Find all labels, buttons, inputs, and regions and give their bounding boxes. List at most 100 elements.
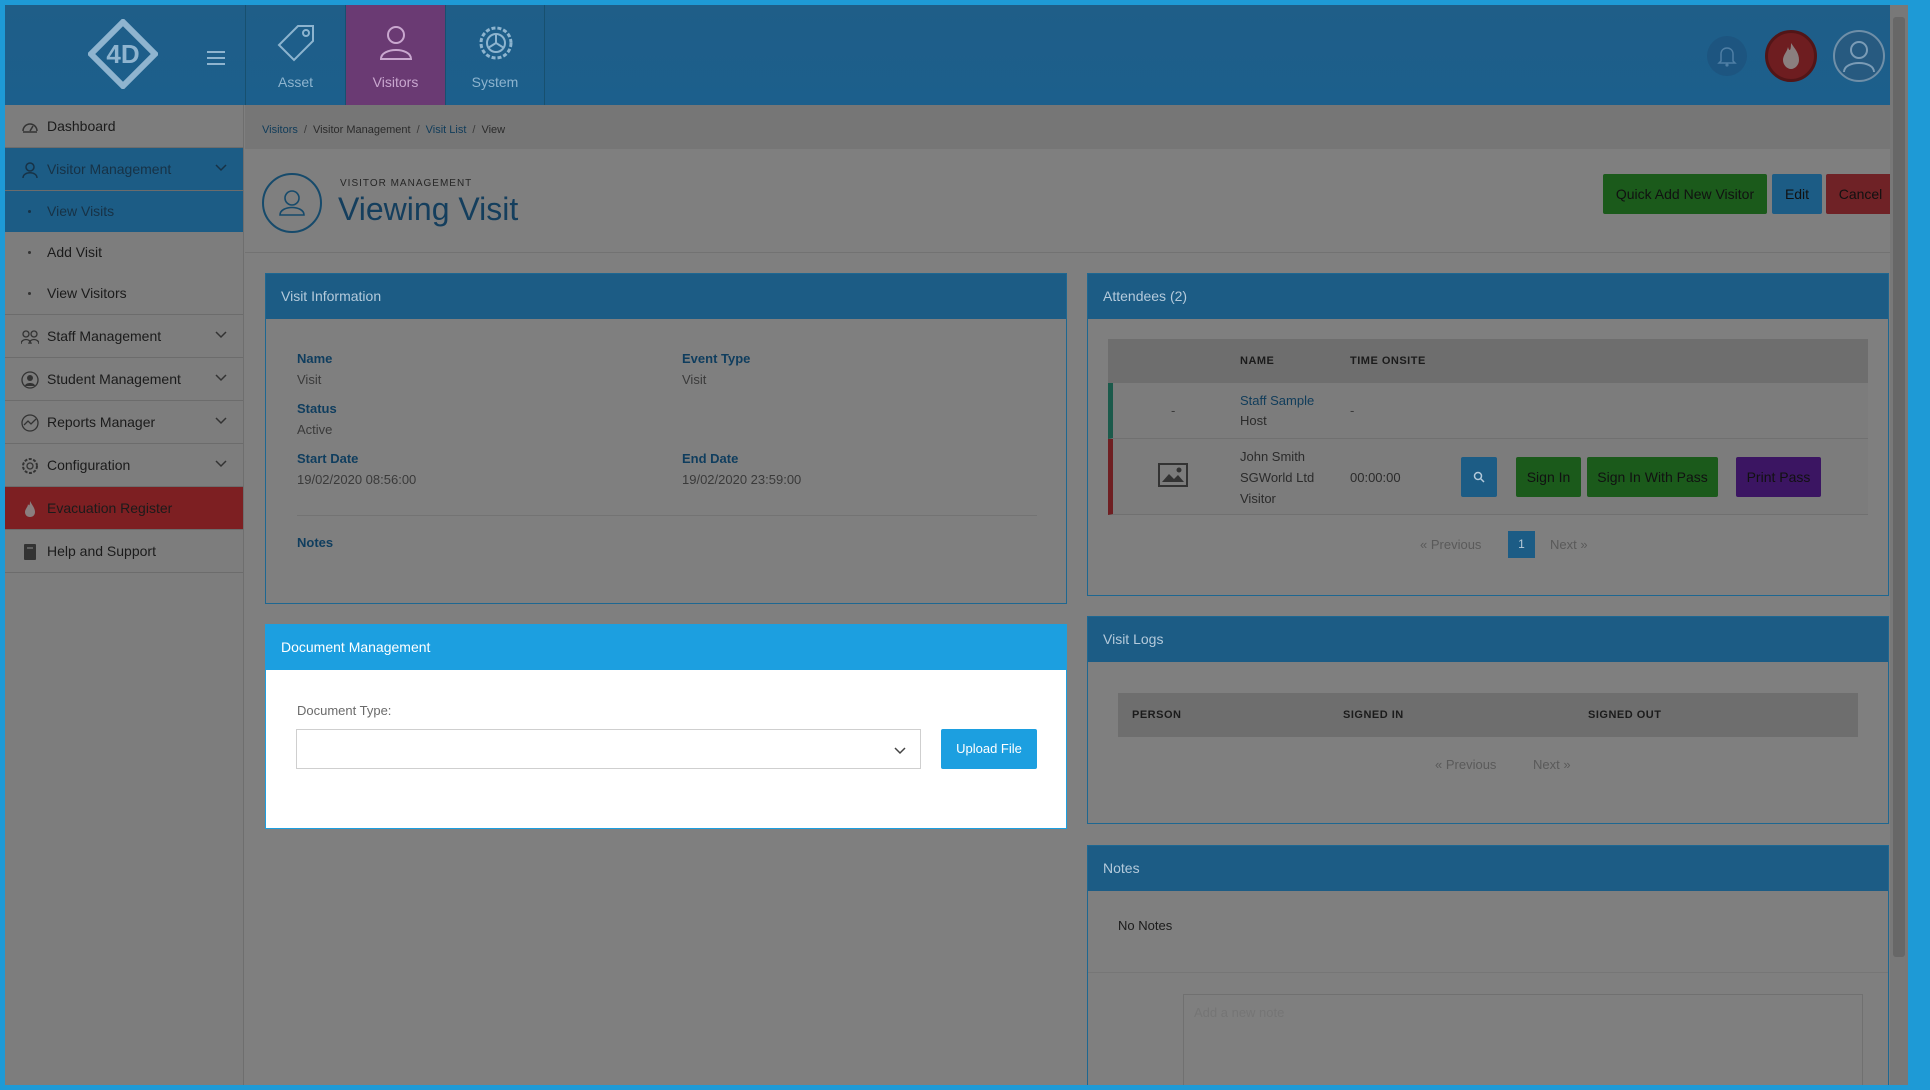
menu-toggle-icon[interactable]: [207, 51, 225, 65]
new-note-input[interactable]: [1183, 994, 1863, 1085]
start-date-label: Start Date: [297, 451, 359, 466]
divider: [1088, 972, 1888, 973]
sidebar-item-label: Help and Support: [47, 543, 156, 559]
module-tab-system[interactable]: System: [445, 5, 545, 105]
flame-icon: [25, 501, 35, 517]
bell-icon: [1717, 47, 1737, 67]
gear-icon: [22, 458, 38, 474]
bullet-icon: [28, 210, 31, 213]
search-icon: [1473, 471, 1485, 483]
dashboard-icon: [22, 123, 38, 133]
attendee-company: SGWorld Ltd: [1240, 470, 1315, 485]
sidebar-item-student-management[interactable]: Student Management: [5, 358, 243, 401]
module-tab-asset[interactable]: Asset: [245, 5, 345, 105]
person-icon: [376, 23, 416, 63]
app-logo[interactable]: 4D: [86, 17, 160, 91]
sidebar-item-label: Student Management: [47, 371, 181, 387]
sidebar-item-dashboard[interactable]: Dashboard: [5, 105, 243, 148]
chart-icon: [21, 414, 39, 432]
visit-logs-panel: Visit Logs PERSON SIGNED IN SIGNED OUT «…: [1087, 616, 1889, 824]
app-window: 4D Asset Visitors System Dashboard Visit…: [5, 5, 1908, 1085]
top-navigation-bar: 4D Asset Visitors System: [5, 5, 1908, 105]
pager-next[interactable]: Next »: [1550, 537, 1588, 552]
print-pass-button[interactable]: Print Pass: [1736, 457, 1821, 497]
notifications-button[interactable]: [1707, 36, 1747, 76]
page-title: Viewing Visit: [338, 191, 519, 227]
document-type-select[interactable]: [296, 729, 921, 769]
sidebar: Dashboard Visitor Management View Visits…: [5, 105, 244, 1085]
edit-button[interactable]: Edit: [1772, 174, 1822, 214]
chevron-down-icon: [215, 417, 227, 425]
module-tab-label: System: [471, 74, 519, 90]
flame-icon: [1783, 43, 1799, 69]
sidebar-item-configuration[interactable]: Configuration: [5, 444, 243, 487]
sidebar-submenu: View Visits Add Visit View Visitors: [5, 191, 243, 315]
pager-page-1[interactable]: 1: [1508, 531, 1535, 558]
sidebar-item-visitor-management[interactable]: Visitor Management: [5, 148, 243, 191]
breadcrumb-link[interactable]: Visitors: [262, 124, 298, 136]
sidebar-item-view-visitors[interactable]: View Visitors: [5, 273, 243, 314]
module-tab-visitors[interactable]: Visitors: [345, 5, 445, 105]
attendee-name: John Smith: [1240, 449, 1306, 464]
sidebar-item-label: Add Visit: [47, 244, 102, 260]
notes-panel: Notes No Notes: [1087, 845, 1889, 1085]
column-header: SIGNED IN: [1343, 709, 1404, 721]
document-type-label: Document Type:: [297, 703, 392, 718]
user-avatar[interactable]: [1833, 30, 1885, 82]
status-value: Active: [297, 422, 333, 437]
sidebar-item-view-visits[interactable]: View Visits: [5, 191, 243, 232]
panel-title: Document Management: [266, 625, 1066, 670]
sidebar-item-add-visit[interactable]: Add Visit: [5, 232, 243, 273]
evacuation-alert-button[interactable]: [1765, 30, 1817, 82]
staff-icon: [21, 330, 39, 345]
table-row[interactable]: John Smith SGWorld Ltd Visitor 00:00:00 …: [1108, 439, 1868, 515]
tag-icon: [276, 23, 316, 63]
column-header: SIGNED OUT: [1588, 709, 1662, 721]
person-icon: [22, 162, 38, 179]
sidebar-item-label: Dashboard: [47, 118, 116, 134]
student-icon: [21, 371, 39, 389]
page-scrollbar[interactable]: [1890, 5, 1908, 1085]
upload-file-button[interactable]: Upload File: [941, 729, 1037, 769]
table-row[interactable]: - Staff Sample Host -: [1108, 383, 1868, 439]
visit-information-panel: Visit Information Name Visit Event Type …: [265, 273, 1067, 604]
panel-title: Visit Logs: [1088, 617, 1888, 662]
cancel-button[interactable]: Cancel: [1826, 174, 1895, 214]
divider: [297, 515, 1037, 516]
bullet-icon: [28, 292, 31, 295]
pager-previous[interactable]: « Previous: [1435, 757, 1496, 772]
no-notes-text: No Notes: [1118, 918, 1173, 933]
pager-previous[interactable]: « Previous: [1420, 537, 1481, 552]
visit-logs-table-header: PERSON SIGNED IN SIGNED OUT: [1118, 693, 1858, 737]
document-management-panel: Document Management Document Type: Uploa…: [265, 624, 1067, 829]
quick-add-visitor-button[interactable]: Quick Add New Visitor: [1603, 174, 1767, 214]
attendee-role: Visitor: [1240, 491, 1276, 506]
attendee-role: Host: [1240, 413, 1267, 428]
sidebar-item-help-and-support[interactable]: Help and Support: [5, 530, 243, 573]
breadcrumb-text: Visitor Management: [312, 124, 411, 136]
chevron-down-icon: [215, 331, 227, 339]
search-button[interactable]: [1461, 457, 1497, 497]
sign-in-button[interactable]: Sign In: [1516, 457, 1581, 497]
time-onsite: -: [1350, 403, 1355, 418]
breadcrumb-link[interactable]: Visit List: [426, 124, 467, 136]
sidebar-item-reports-manager[interactable]: Reports Manager: [5, 401, 243, 444]
scrollbar-thumb[interactable]: [1893, 17, 1905, 957]
sidebar-item-label: View Visitors: [47, 285, 127, 301]
name-label: Name: [297, 351, 333, 366]
sidebar-item-staff-management[interactable]: Staff Management: [5, 315, 243, 358]
attendee-name-link[interactable]: Staff Sample: [1240, 393, 1314, 408]
book-icon: [24, 544, 36, 560]
chevron-down-icon: [215, 164, 227, 172]
sign-in-with-pass-button[interactable]: Sign In With Pass: [1587, 457, 1718, 497]
event-type-value: Visit: [682, 372, 707, 387]
panel-title: Notes: [1088, 846, 1888, 891]
sidebar-item-evacuation-register[interactable]: Evacuation Register: [5, 487, 243, 530]
breadcrumb: Visitors / Visitor Management / Visit List / V…: [245, 105, 1908, 149]
sidebar-item-label: Staff Management: [47, 328, 162, 344]
end-date-value: 19/02/2020 23:59:00: [682, 472, 802, 487]
sidebar-item-label: Configuration: [47, 457, 131, 473]
attendees-table-header: NAME TIME ONSITE: [1108, 339, 1868, 383]
module-tab-label: Asset: [277, 74, 313, 90]
pager-next[interactable]: Next »: [1533, 757, 1571, 772]
